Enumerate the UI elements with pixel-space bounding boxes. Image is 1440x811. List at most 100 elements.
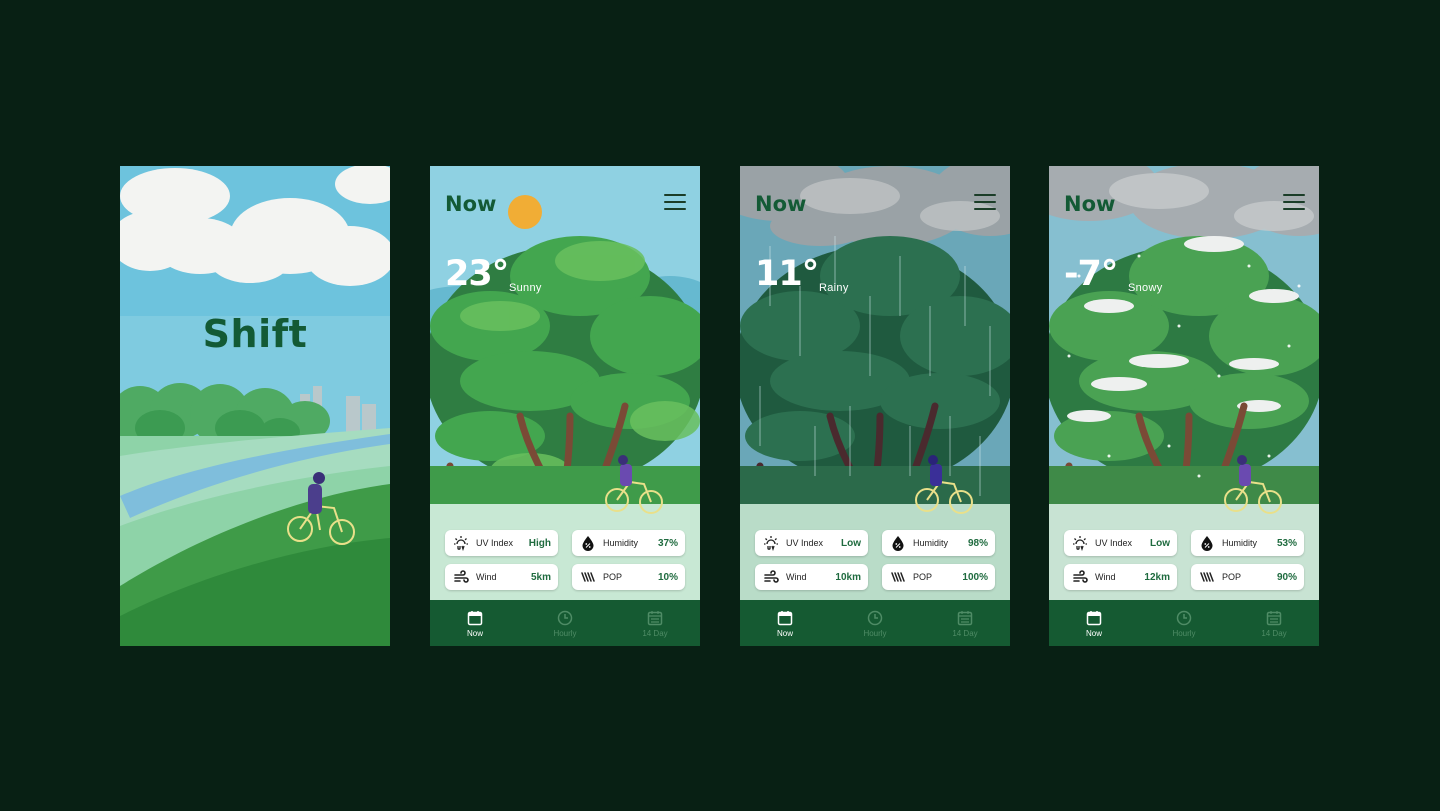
uv-index-value: Low (841, 537, 861, 549)
humidity-drop-icon (580, 535, 596, 551)
uv-index-value: Low (1150, 537, 1170, 549)
tab-hourly-label: Hourly (863, 629, 887, 638)
wind-value: 10km (835, 571, 861, 583)
weather-screen-sunny: Now 23° Sunny UV Index High Humidity 37%… (430, 166, 700, 646)
tab-hourly-label: Hourly (553, 629, 577, 638)
tab-14-day[interactable]: 14 Day (920, 600, 1010, 646)
uv-icon (1072, 535, 1088, 551)
calendar-grid-icon (1265, 609, 1283, 627)
wind-value: 12km (1144, 571, 1170, 583)
screen-title: Now (445, 192, 497, 216)
tab-14-day[interactable]: 14 Day (1229, 600, 1319, 646)
tab-14-day-label: 14 Day (1261, 629, 1287, 638)
weather-condition: Sunny (509, 282, 542, 294)
humidity-drop-icon (1199, 535, 1215, 551)
wind-label: Wind (476, 572, 497, 582)
tab-14-day-label: 14 Day (642, 629, 668, 638)
precipitation-icon (1199, 569, 1215, 585)
weather-screen-snowy: Now -7° Snowy UV Index Low Humidity 53% … (1049, 166, 1319, 646)
screen-title: Now (1064, 192, 1116, 216)
humidity-label: Humidity (603, 538, 639, 548)
wind-icon (453, 569, 469, 585)
clock-icon (556, 609, 574, 627)
calendar-icon (776, 609, 794, 627)
wind-icon (763, 569, 779, 585)
humidity-value: 98% (967, 537, 988, 549)
temperature: 23° (445, 254, 509, 294)
humidity-label: Humidity (913, 538, 949, 548)
menu-button[interactable] (974, 194, 996, 210)
wind-card: Wind 12km (1064, 564, 1177, 590)
uv-icon (763, 535, 779, 551)
humidity-value: 53% (1276, 537, 1297, 549)
bottom-tab-bar: Now Hourly 14 Day (1049, 600, 1319, 646)
tab-14-day[interactable]: 14 Day (610, 600, 700, 646)
tab-now-label: Now (466, 629, 483, 638)
precipitation-icon (580, 569, 596, 585)
calendar-icon (466, 609, 484, 627)
bottom-tab-bar: Now Hourly 14 Day (430, 600, 700, 646)
pop-label: POP (913, 572, 933, 582)
calendar-icon (1085, 609, 1103, 627)
pop-value: 10% (657, 571, 678, 583)
pop-card: POP 10% (572, 564, 685, 590)
humidity-card: Humidity 98% (882, 530, 995, 556)
wind-label: Wind (786, 572, 807, 582)
pop-card: POP 100% (882, 564, 995, 590)
splash-illustration (120, 166, 390, 646)
menu-button[interactable] (664, 194, 686, 210)
tab-now-label: Now (776, 629, 793, 638)
tab-hourly[interactable]: Hourly (520, 600, 610, 646)
humidity-drop-icon (890, 535, 906, 551)
humidity-value: 37% (657, 537, 678, 549)
weather-screen-rainy: Now 11° Rainy UV Index Low Humidity 98% … (740, 166, 1010, 646)
uv-index-label: UV Index (476, 538, 514, 548)
wind-label: Wind (1095, 572, 1116, 582)
uv-index-card: UV Index Low (1064, 530, 1177, 556)
uv-index-card: UV Index High (445, 530, 558, 556)
weather-stats: UV Index Low Humidity 98% Wind 10km POP … (740, 514, 1010, 600)
uv-index-value: High (528, 537, 551, 549)
pop-label: POP (603, 572, 623, 582)
weather-stats: UV Index High Humidity 37% Wind 5km POP … (430, 514, 700, 600)
pop-card: POP 90% (1191, 564, 1304, 590)
pop-label: POP (1222, 572, 1242, 582)
temperature: -7° (1064, 254, 1118, 294)
tab-hourly-label: Hourly (1172, 629, 1196, 638)
tab-now[interactable]: Now (740, 600, 830, 646)
humidity-label: Humidity (1222, 538, 1258, 548)
tab-now-label: Now (1085, 629, 1102, 638)
uv-index-label: UV Index (1095, 538, 1133, 548)
uv-index-card: UV Index Low (755, 530, 868, 556)
humidity-card: Humidity 37% (572, 530, 685, 556)
calendar-grid-icon (956, 609, 974, 627)
splash-screen: Shift (120, 166, 390, 646)
tab-hourly[interactable]: Hourly (830, 600, 920, 646)
clock-icon (1175, 609, 1193, 627)
clock-icon (866, 609, 884, 627)
bottom-tab-bar: Now Hourly 14 Day (740, 600, 1010, 646)
sun-icon (508, 195, 542, 229)
tab-hourly[interactable]: Hourly (1139, 600, 1229, 646)
wind-card: Wind 10km (755, 564, 868, 590)
uv-icon (453, 535, 469, 551)
weather-condition: Snowy (1128, 282, 1163, 294)
wind-value: 5km (530, 571, 551, 583)
pop-value: 90% (1276, 571, 1297, 583)
tab-now[interactable]: Now (1049, 600, 1139, 646)
app-title: Shift (202, 312, 308, 356)
humidity-card: Humidity 53% (1191, 530, 1304, 556)
pop-value: 100% (962, 571, 988, 583)
wind-card: Wind 5km (445, 564, 558, 590)
calendar-grid-icon (646, 609, 664, 627)
temperature: 11° (755, 254, 819, 294)
weather-stats: UV Index Low Humidity 53% Wind 12km POP … (1049, 514, 1319, 600)
weather-condition: Rainy (819, 282, 849, 294)
uv-index-label: UV Index (786, 538, 824, 548)
tab-now[interactable]: Now (430, 600, 520, 646)
tab-14-day-label: 14 Day (952, 629, 978, 638)
precipitation-icon (890, 569, 906, 585)
screen-title: Now (755, 192, 807, 216)
wind-icon (1072, 569, 1088, 585)
menu-button[interactable] (1283, 194, 1305, 210)
